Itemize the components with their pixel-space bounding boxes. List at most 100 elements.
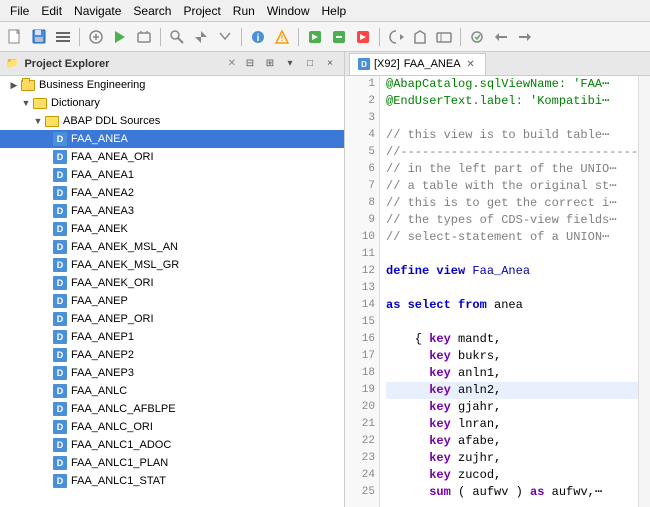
line-num-5: 5 xyxy=(349,144,375,161)
tree-item-14[interactable]: D FAA_ANLC xyxy=(0,382,344,400)
tree-item-3[interactable]: D FAA_ANEA2 xyxy=(0,184,344,202)
tree-item-5[interactable]: D FAA_ANEK xyxy=(0,220,344,238)
toolbar-btn-new[interactable] xyxy=(4,26,26,48)
tree-item-7[interactable]: D FAA_ANEK_MSL_GR xyxy=(0,256,344,274)
tree-item-16[interactable]: D FAA_ANLC_ORI xyxy=(0,418,344,436)
tree-item-6[interactable]: D FAA_ANEK_MSL_AN xyxy=(0,238,344,256)
toolbar-btn-8[interactable] xyxy=(190,26,212,48)
toolbar-sep-1 xyxy=(79,28,80,46)
toolbar-btn-15[interactable] xyxy=(385,26,407,48)
item-label-be: Business Engineering xyxy=(39,79,145,91)
line-num-23: 23 xyxy=(349,450,375,467)
toolbar-btn-5[interactable] xyxy=(109,26,131,48)
editor-scrollbar[interactable] xyxy=(638,76,650,507)
folder-icon xyxy=(20,77,36,93)
tree-item-9[interactable]: D FAA_ANEP xyxy=(0,292,344,310)
toolbar-btn-10[interactable]: i xyxy=(247,26,269,48)
toolbar-btn-save[interactable] xyxy=(28,26,50,48)
tree-item-8[interactable]: D FAA_ANEK_ORI xyxy=(0,274,344,292)
line-num-18: 18 xyxy=(349,365,375,382)
menu-edit[interactable]: Edit xyxy=(35,2,68,20)
code-line-12: define view Faa_Anea xyxy=(386,263,638,280)
tree-item-1[interactable]: D FAA_ANEA_ORI xyxy=(0,148,344,166)
tree-item-abap-ddl[interactable]: ▼ ABAP DDL Sources xyxy=(0,112,344,130)
menu-file[interactable]: File xyxy=(4,2,35,20)
toolbar-btn-6[interactable] xyxy=(133,26,155,48)
toolbar-btn-7[interactable] xyxy=(166,26,188,48)
expand-arrow: ▶ xyxy=(8,79,20,91)
menu-window[interactable]: Window xyxy=(261,2,316,20)
toolbar-btn-18[interactable] xyxy=(466,26,488,48)
toolbar-btn-20[interactable] xyxy=(514,26,536,48)
toolbar-btn-3[interactable] xyxy=(52,26,74,48)
line-num-1: 1 xyxy=(349,76,375,93)
d-icon-6: D xyxy=(52,239,68,255)
item-label-12: FAA_ANEP2 xyxy=(71,349,134,361)
line-num-6: 6 xyxy=(349,161,375,178)
toolbar-btn-17[interactable] xyxy=(433,26,455,48)
editor-panel: D [X92] FAA_ANEA ✕ 1 2 3 4 5 6 7 8 9 10 … xyxy=(345,52,650,507)
editor-tab-close-btn[interactable]: ✕ xyxy=(465,58,477,70)
tree-item-18[interactable]: D FAA_ANLC1_PLAN xyxy=(0,454,344,472)
line-num-9: 9 xyxy=(349,212,375,229)
menu-navigate[interactable]: Navigate xyxy=(68,2,127,20)
explorer-max-btn[interactable]: □ xyxy=(302,56,318,72)
editor-header: D [X92] FAA_ANEA ✕ xyxy=(345,52,650,76)
code-line-10: // select-statement of a UNION⋯ xyxy=(386,229,638,246)
explorer-title: Project Explorer xyxy=(24,58,223,70)
d-icon-2: D xyxy=(52,167,68,183)
tree-item-faa-anea[interactable]: D FAA_ANEA xyxy=(0,130,344,148)
line-num-17: 17 xyxy=(349,348,375,365)
toolbar-btn-19[interactable] xyxy=(490,26,512,48)
tree-item-4[interactable]: D FAA_ANEA3 xyxy=(0,202,344,220)
toolbar-btn-11[interactable]: ! xyxy=(271,26,293,48)
menu-run[interactable]: Run xyxy=(227,2,261,20)
editor-tab-faa-anea[interactable]: D [X92] FAA_ANEA ✕ xyxy=(349,53,486,75)
item-label-3: FAA_ANEA2 xyxy=(71,187,134,199)
item-label-5: FAA_ANEK xyxy=(71,223,128,235)
code-line-22: key afabe, xyxy=(386,433,638,450)
explorer-view-btn[interactable]: ⊞ xyxy=(262,56,278,72)
menu-help[interactable]: Help xyxy=(316,2,353,20)
toolbar-btn-14[interactable] xyxy=(352,26,374,48)
tree-item-2[interactable]: D FAA_ANEA1 xyxy=(0,166,344,184)
line-numbers: 1 2 3 4 5 6 7 8 9 10 11 12 13 14 15 16 1… xyxy=(345,76,380,507)
code-area[interactable]: @AbapCatalog.sqlViewName: 'FAA⋯ @EndUser… xyxy=(380,76,638,507)
tree-item-11[interactable]: D FAA_ANEP1 xyxy=(0,328,344,346)
tree-item-dictionary[interactable]: ▼ Dictionary xyxy=(0,94,344,112)
explorer-minimize-btn[interactable]: ⊟ xyxy=(242,56,258,72)
tree-item-business-engineering[interactable]: ▶ Business Engineering xyxy=(0,76,344,94)
editor-content[interactable]: 1 2 3 4 5 6 7 8 9 10 11 12 13 14 15 16 1… xyxy=(345,76,650,507)
item-label-19: FAA_ANLC1_STAT xyxy=(71,475,166,487)
line-num-7: 7 xyxy=(349,178,375,195)
explorer-menu-btn[interactable]: ▾ xyxy=(282,56,298,72)
code-line-19: key anln2, xyxy=(386,382,638,399)
toolbar-btn-9[interactable] xyxy=(214,26,236,48)
d-icon-16: D xyxy=(52,419,68,435)
explorer-close-btn[interactable]: × xyxy=(322,56,338,72)
code-line-17: key bukrs, xyxy=(386,348,638,365)
item-label-8: FAA_ANEK_ORI xyxy=(71,277,154,289)
tree-item-10[interactable]: D FAA_ANEP_ORI xyxy=(0,310,344,328)
line-num-15: 15 xyxy=(349,314,375,331)
tree-item-17[interactable]: D FAA_ANLC1_ADOC xyxy=(0,436,344,454)
tree-item-19[interactable]: D FAA_ANLC1_STAT xyxy=(0,472,344,490)
item-label-0: FAA_ANEA xyxy=(71,133,128,145)
toolbar-btn-13[interactable] xyxy=(328,26,350,48)
line-num-8: 8 xyxy=(349,195,375,212)
toolbar-sep-6 xyxy=(460,28,461,46)
d-icon-10: D xyxy=(52,311,68,327)
toolbar-btn-12[interactable] xyxy=(304,26,326,48)
toolbar-btn-16[interactable] xyxy=(409,26,431,48)
menu-project[interactable]: Project xyxy=(177,2,226,20)
d-icon-0: D xyxy=(52,131,68,147)
tree-item-12[interactable]: D FAA_ANEP2 xyxy=(0,346,344,364)
tree-item-15[interactable]: D FAA_ANLC_AFBLPE xyxy=(0,400,344,418)
d-icon-9: D xyxy=(52,293,68,309)
menu-search[interactable]: Search xyxy=(127,2,177,20)
svg-text:!: ! xyxy=(281,34,284,43)
tree-item-13[interactable]: D FAA_ANEP3 xyxy=(0,364,344,382)
tree-area[interactable]: ▶ Business Engineering ▼ Dictionary ▼ AB… xyxy=(0,76,344,507)
toolbar-btn-4[interactable] xyxy=(85,26,107,48)
line-num-25: 25 xyxy=(349,484,375,501)
